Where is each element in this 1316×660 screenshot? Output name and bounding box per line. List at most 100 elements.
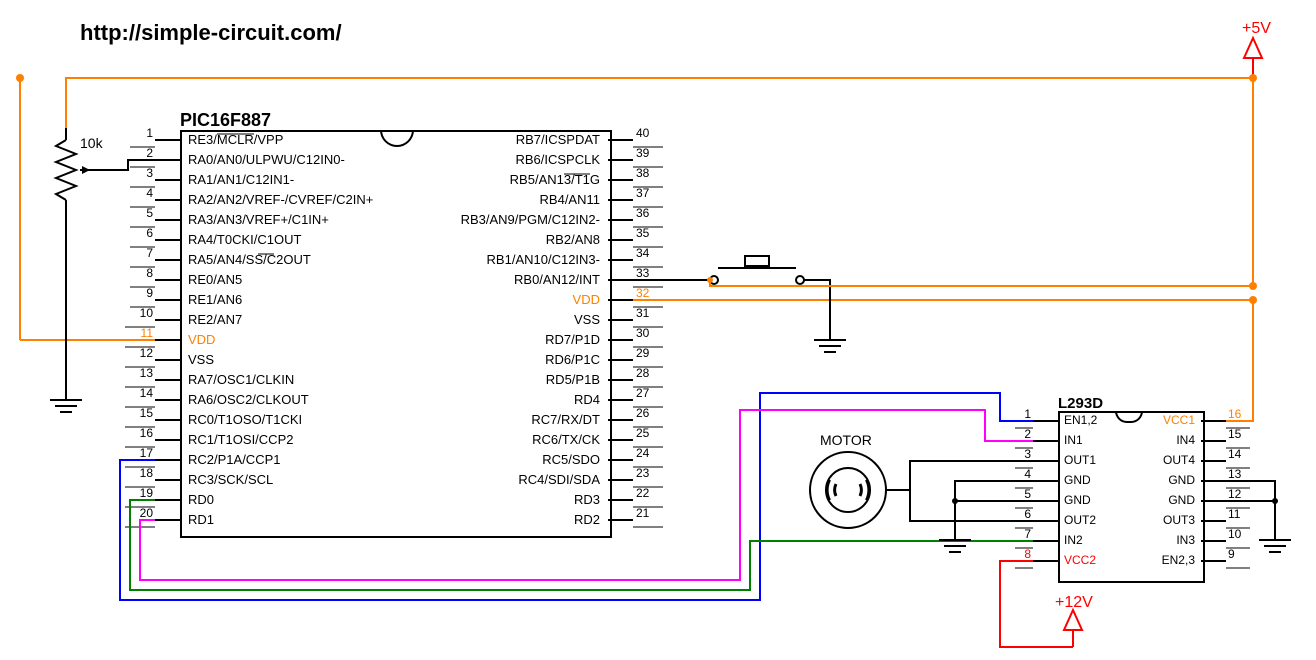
ic1-pin-num: 37 — [636, 186, 661, 200]
ic1-pin-num: 16 — [128, 426, 153, 440]
ic1-pin-label: RA1/AN1/C12IN1- — [188, 172, 294, 187]
ic1-pin-num: 14 — [128, 386, 153, 400]
ic1-pin-label: RA6/OSC2/CLKOUT — [188, 392, 309, 407]
ic2-pin-label: VCC2 — [1064, 553, 1096, 567]
ic1-pin-label: RB3/AN9/PGM/C12IN2- — [461, 212, 600, 227]
ic1-pin-label: RA2/AN2/VREF-/CVREF/C2IN+ — [188, 192, 373, 207]
ic1-pin-label: RE0/AN5 — [188, 272, 242, 287]
label-pot: 10k — [80, 135, 103, 151]
ic2-pin-num: 8 — [1016, 547, 1031, 561]
ic1-pin-num: 17 — [128, 446, 153, 460]
ic1-pin-num: 38 — [636, 166, 661, 180]
ic1-pin-num: 28 — [636, 366, 661, 380]
ic2-pin-num: 16 — [1228, 407, 1248, 421]
ic2-pin-label: EN2,3 — [1162, 553, 1195, 567]
ic2-title: L293D — [1058, 395, 1103, 412]
ic1-pin-label: RD1 — [188, 512, 214, 527]
ic1-pin-label: RD6/P1C — [545, 352, 600, 367]
ic2-pin-num: 12 — [1228, 487, 1248, 501]
ic1-pin-label: VSS — [188, 352, 214, 367]
ic1-pin-label: RE1/AN6 — [188, 292, 242, 307]
ic1-pin-label: VDD — [188, 332, 215, 347]
ic1-pin-label: RC0/T1OSO/T1CKI — [188, 412, 302, 427]
ic1-pin-num: 36 — [636, 206, 661, 220]
ic1-pin-num: 23 — [636, 466, 661, 480]
ic1-pin-num: 3 — [128, 166, 153, 180]
ic1-pin-label: RB0/AN12/INT — [514, 272, 600, 287]
ic1-pin-num: 11 — [128, 326, 153, 340]
ic1-pin-num: 22 — [636, 486, 661, 500]
ic2-pin-label: IN3 — [1176, 533, 1195, 547]
ic1-pin-num: 9 — [128, 286, 153, 300]
ic1-pin-label: RA4/T0CKI/C1OUT — [188, 232, 301, 247]
ic1-pin-num: 5 — [128, 206, 153, 220]
ic1-pin-label: RD5/P1B — [546, 372, 600, 387]
ic1-pin-label: RA0/AN0/ULPWU/C12IN0- — [188, 152, 345, 167]
ic1-pin-label: RA3/AN3/VREF+/C1IN+ — [188, 212, 329, 227]
ic2-pin-label: GND — [1064, 493, 1091, 507]
ic1-pin-num: 39 — [636, 146, 661, 160]
ic2-pin-num: 14 — [1228, 447, 1248, 461]
ic1-pin-num: 24 — [636, 446, 661, 460]
ic1-pin-label: RC3/SCK/SCL — [188, 472, 273, 487]
ic1-pin-label: RC4/SDI/SDA — [518, 472, 600, 487]
ic1-pin-label: RB1/AN10/C12IN3- — [487, 252, 600, 267]
ic1-pin-label: RB6/ICSPCLK — [515, 152, 600, 167]
ic2-pin-label: GND — [1064, 473, 1091, 487]
ic1-pin-label: RE2/AN7 — [188, 312, 242, 327]
ic1-pin-label: RA7/OSC1/CLKIN — [188, 372, 294, 387]
ic1-pin-label: RD4 — [574, 392, 600, 407]
ic1-pin-label: VDD — [573, 292, 600, 307]
ic1-pin-num: 13 — [128, 366, 153, 380]
ic2-pin-label: GND — [1168, 493, 1195, 507]
ic2-pin-num: 6 — [1016, 507, 1031, 521]
ic1-pin-num: 8 — [128, 266, 153, 280]
ic2-pin-label: OUT4 — [1163, 453, 1195, 467]
ic1-pin-label: VSS — [574, 312, 600, 327]
ic2-pin-num: 15 — [1228, 427, 1248, 441]
ic1-pin-label: RA5/AN4/SS/C2OUT — [188, 252, 311, 267]
ic1-pin-label: RC2/P1A/CCP1 — [188, 452, 280, 467]
ic1-pin-num: 26 — [636, 406, 661, 420]
ic2-pin-num: 3 — [1016, 447, 1031, 461]
ic2-pin-num: 13 — [1228, 467, 1248, 481]
ic1-pin-label: RE3/MCLR/VPP — [188, 132, 283, 147]
ic1-pin-num: 35 — [636, 226, 661, 240]
ic1-pin-num: 20 — [128, 506, 153, 520]
ic1-pin-num: 27 — [636, 386, 661, 400]
ic1-pin-num: 2 — [128, 146, 153, 160]
ic2-pin-label: GND — [1168, 473, 1195, 487]
ic2-pin-num: 9 — [1228, 547, 1248, 561]
ic1-pin-num: 31 — [636, 306, 661, 320]
ic1-pin-num: 15 — [128, 406, 153, 420]
ic1-pin-num: 33 — [636, 266, 661, 280]
ic1-pin-label: RC6/TX/CK — [532, 432, 600, 447]
ic1-pin-num: 18 — [128, 466, 153, 480]
ic1-pin-num: 34 — [636, 246, 661, 260]
ic2-pin-label: OUT3 — [1163, 513, 1195, 527]
ic2-pin-label: IN2 — [1064, 533, 1083, 547]
ic1-pin-label: RD7/P1D — [545, 332, 600, 347]
ic1-pin-num: 4 — [128, 186, 153, 200]
ic1-pin-num: 1 — [128, 126, 153, 140]
ic2-pin-num: 11 — [1228, 507, 1248, 521]
ic1-pin-label: RD3 — [574, 492, 600, 507]
ic1-pin-label: RD2 — [574, 512, 600, 527]
ic2-pin-label: IN4 — [1176, 433, 1195, 447]
ic1-pin-num: 7 — [128, 246, 153, 260]
ic1-pin-num: 30 — [636, 326, 661, 340]
source-url: http://simple-circuit.com/ — [80, 20, 342, 46]
ic2-pin-label: VCC1 — [1163, 413, 1195, 427]
ic1-pin-label: RC5/SDO — [542, 452, 600, 467]
ic1-pin-label: RB2/AN8 — [546, 232, 600, 247]
ic1-pin-num: 12 — [128, 346, 153, 360]
ic1-title: PIC16F887 — [180, 110, 271, 131]
ic1-pin-label: RD0 — [188, 492, 214, 507]
ic1-pin-num: 32 — [636, 286, 661, 300]
ic1-pin-num: 40 — [636, 126, 661, 140]
ic1-pin-label: RB7/ICSPDAT — [516, 132, 600, 147]
ic2-pin-label: IN1 — [1064, 433, 1083, 447]
ic1-pin-label: RC7/RX/DT — [531, 412, 600, 427]
ic2-pin-num: 5 — [1016, 487, 1031, 501]
label-motor: MOTOR — [820, 432, 872, 448]
